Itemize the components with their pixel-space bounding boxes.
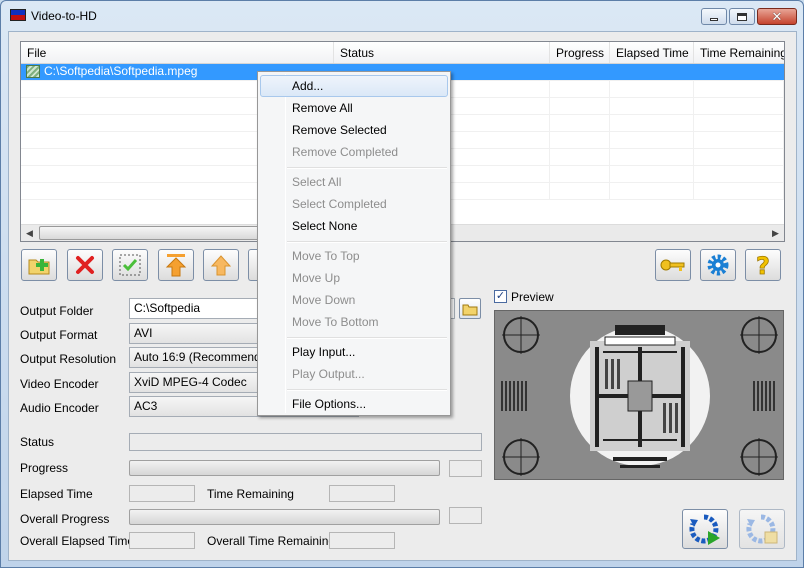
audio-encoder-label: Audio Encoder xyxy=(20,401,99,415)
minimize-button[interactable] xyxy=(701,8,727,25)
preview-checkbox[interactable]: ✓ xyxy=(494,290,507,303)
move-top-icon xyxy=(165,254,187,277)
menu-separator xyxy=(287,389,447,391)
settings-button[interactable] xyxy=(700,249,736,281)
remove-button[interactable] xyxy=(67,249,103,281)
status-label: Status xyxy=(20,435,55,449)
convert-batch-icon xyxy=(746,514,778,544)
menu-separator xyxy=(287,241,447,243)
time-remaining-value xyxy=(329,485,395,502)
column-header-remaining[interactable]: Time Remaining xyxy=(694,42,784,63)
main-window: Video-to-HD ✕ File Status Progress Elaps… xyxy=(0,0,804,568)
menu-item-add[interactable]: Add... xyxy=(260,75,448,97)
overall-elapsed-label: Overall Elapsed Time xyxy=(20,534,135,548)
context-menu: Add... Remove All Remove Selected Remove… xyxy=(257,71,451,416)
close-button[interactable]: ✕ xyxy=(757,8,797,25)
overall-remaining-label: Overall Time Remaining xyxy=(207,534,336,548)
preview-pane xyxy=(494,310,784,480)
elapsed-time-label: Elapsed Time xyxy=(20,487,93,501)
menu-item-move-up[interactable]: Move Up xyxy=(260,267,448,289)
help-button[interactable]: ? xyxy=(745,249,781,281)
select-icon xyxy=(119,254,141,276)
move-top-button[interactable] xyxy=(158,249,194,281)
menu-item-select-none[interactable]: Select None xyxy=(260,215,448,237)
overall-progress-label: Overall Progress xyxy=(20,512,110,526)
file-progress-percent xyxy=(449,460,482,477)
video-encoder-label: Video Encoder xyxy=(20,377,99,391)
preview-label: Preview xyxy=(511,290,554,304)
menu-item-select-all[interactable]: Select All xyxy=(260,171,448,193)
overall-progress-bar xyxy=(129,509,440,525)
output-resolution-label: Output Resolution xyxy=(20,352,117,366)
maximize-button[interactable] xyxy=(729,8,755,25)
register-button[interactable] xyxy=(655,249,691,281)
video-file-icon xyxy=(26,65,40,78)
add-button[interactable] xyxy=(21,249,57,281)
app-icon xyxy=(10,9,26,21)
column-header-status[interactable]: Status xyxy=(334,42,550,63)
remove-icon xyxy=(76,256,94,274)
file-progress-bar xyxy=(129,460,440,476)
menu-item-move-to-bottom[interactable]: Move To Bottom xyxy=(260,311,448,333)
menu-item-play-input[interactable]: Play Input... xyxy=(260,341,448,363)
status-field xyxy=(129,433,482,451)
move-up-button[interactable] xyxy=(203,249,239,281)
scroll-left-icon[interactable]: ◀ xyxy=(21,225,38,241)
maximize-icon xyxy=(737,12,747,21)
menu-item-select-completed[interactable]: Select Completed xyxy=(260,193,448,215)
window-title: Video-to-HD xyxy=(31,9,97,23)
move-up-icon xyxy=(210,255,232,276)
output-format-label: Output Format xyxy=(20,328,98,342)
column-header-progress[interactable]: Progress xyxy=(550,42,610,63)
menu-item-file-options[interactable]: File Options... xyxy=(260,393,448,415)
menu-item-move-to-top[interactable]: Move To Top xyxy=(260,245,448,267)
column-header-elapsed[interactable]: Elapsed Time xyxy=(610,42,694,63)
overall-elapsed-value xyxy=(129,532,195,549)
batch-conversion-button[interactable] xyxy=(739,509,785,549)
menu-item-move-down[interactable]: Move Down xyxy=(260,289,448,311)
overall-progress-percent xyxy=(449,507,482,524)
elapsed-time-value xyxy=(129,485,195,502)
scroll-right-icon[interactable]: ▶ xyxy=(767,225,784,241)
select-button[interactable] xyxy=(112,249,148,281)
gear-icon xyxy=(707,254,729,276)
column-header-file[interactable]: File xyxy=(21,42,334,63)
help-icon: ? xyxy=(756,252,771,278)
output-folder-label: Output Folder xyxy=(20,304,94,318)
menu-item-remove-selected[interactable]: Remove Selected xyxy=(260,119,448,141)
browse-folder-button[interactable] xyxy=(459,298,481,319)
key-icon xyxy=(660,259,685,271)
title-bar[interactable]: Video-to-HD ✕ xyxy=(1,1,803,31)
menu-item-remove-all[interactable]: Remove All xyxy=(260,97,448,119)
menu-separator xyxy=(287,337,447,339)
folder-icon xyxy=(462,304,478,315)
menu-separator xyxy=(287,167,447,169)
scroll-thumb[interactable] xyxy=(39,226,269,240)
list-header: File Status Progress Elapsed Time Time R… xyxy=(21,42,784,64)
menu-item-remove-completed[interactable]: Remove Completed xyxy=(260,141,448,163)
add-icon xyxy=(28,259,50,275)
start-conversion-button[interactable] xyxy=(682,509,728,549)
svg-text:?: ? xyxy=(756,252,770,278)
file-path: C:\Softpedia\Softpedia.mpeg xyxy=(44,64,198,78)
overall-remaining-value xyxy=(329,532,395,549)
progress-label: Progress xyxy=(20,461,69,475)
convert-play-icon xyxy=(689,514,720,545)
close-icon: ✕ xyxy=(771,9,783,24)
test-pattern-image xyxy=(495,311,783,479)
menu-item-play-output[interactable]: Play Output... xyxy=(260,363,448,385)
time-remaining-label: Time Remaining xyxy=(207,487,294,501)
minimize-icon xyxy=(710,18,718,21)
